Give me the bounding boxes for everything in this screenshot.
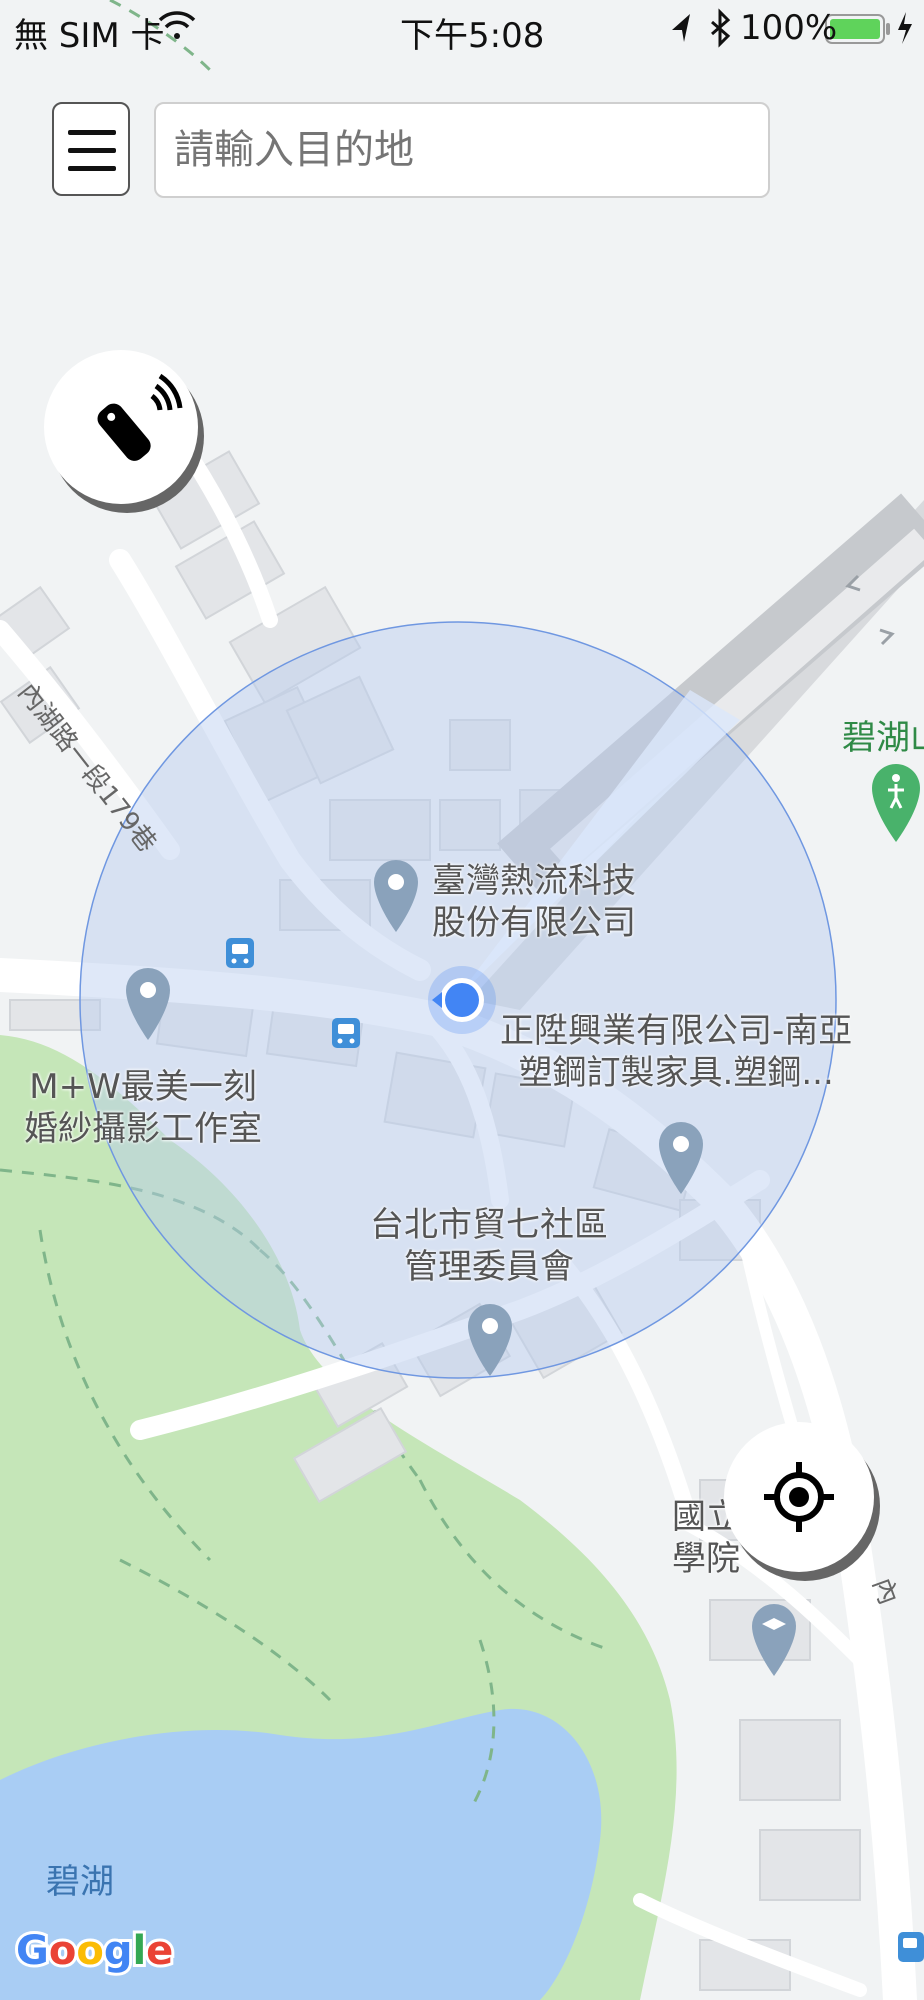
user-location-dot [428,966,496,1034]
poi-label[interactable]: 臺灣熱流科技 股份有限公司 [432,860,636,944]
battery-percentage: 100% [740,8,838,48]
clock-time: 下午5:08 [400,16,545,56]
bus-stop-icon[interactable] [898,1932,924,1962]
lake-label: 碧湖 [46,1862,114,1902]
google-logo: Google Google [13,1925,176,1977]
my-location-button[interactable] [724,1422,874,1572]
remote-control-button[interactable] [44,350,198,504]
poi-label[interactable]: 台北市貿七社區 管理委員會 [370,1204,608,1288]
status-bar: 無 SIM 卡 下午5:08 100% [0,0,924,60]
remote-control-icon [97,373,183,461]
carrier-label: 無 SIM 卡 [14,16,165,56]
bus-stop-icon[interactable] [332,1018,360,1048]
map-view[interactable]: Google Google [0,0,924,2000]
crosshair-icon [764,1462,834,1532]
poi-label[interactable]: M+W最美一刻 婚紗攝影工作室 [24,1066,262,1150]
menu-button[interactable] [52,102,130,196]
destination-search-input[interactable] [154,102,770,198]
poi-label[interactable]: 正陞興業有限公司-南亞 塑鋼訂製家具.塑鋼... [500,1010,852,1094]
park-label: 碧湖山 [842,718,924,758]
bus-stop-icon[interactable] [226,938,254,968]
svg-text:Google: Google [16,1928,173,1974]
